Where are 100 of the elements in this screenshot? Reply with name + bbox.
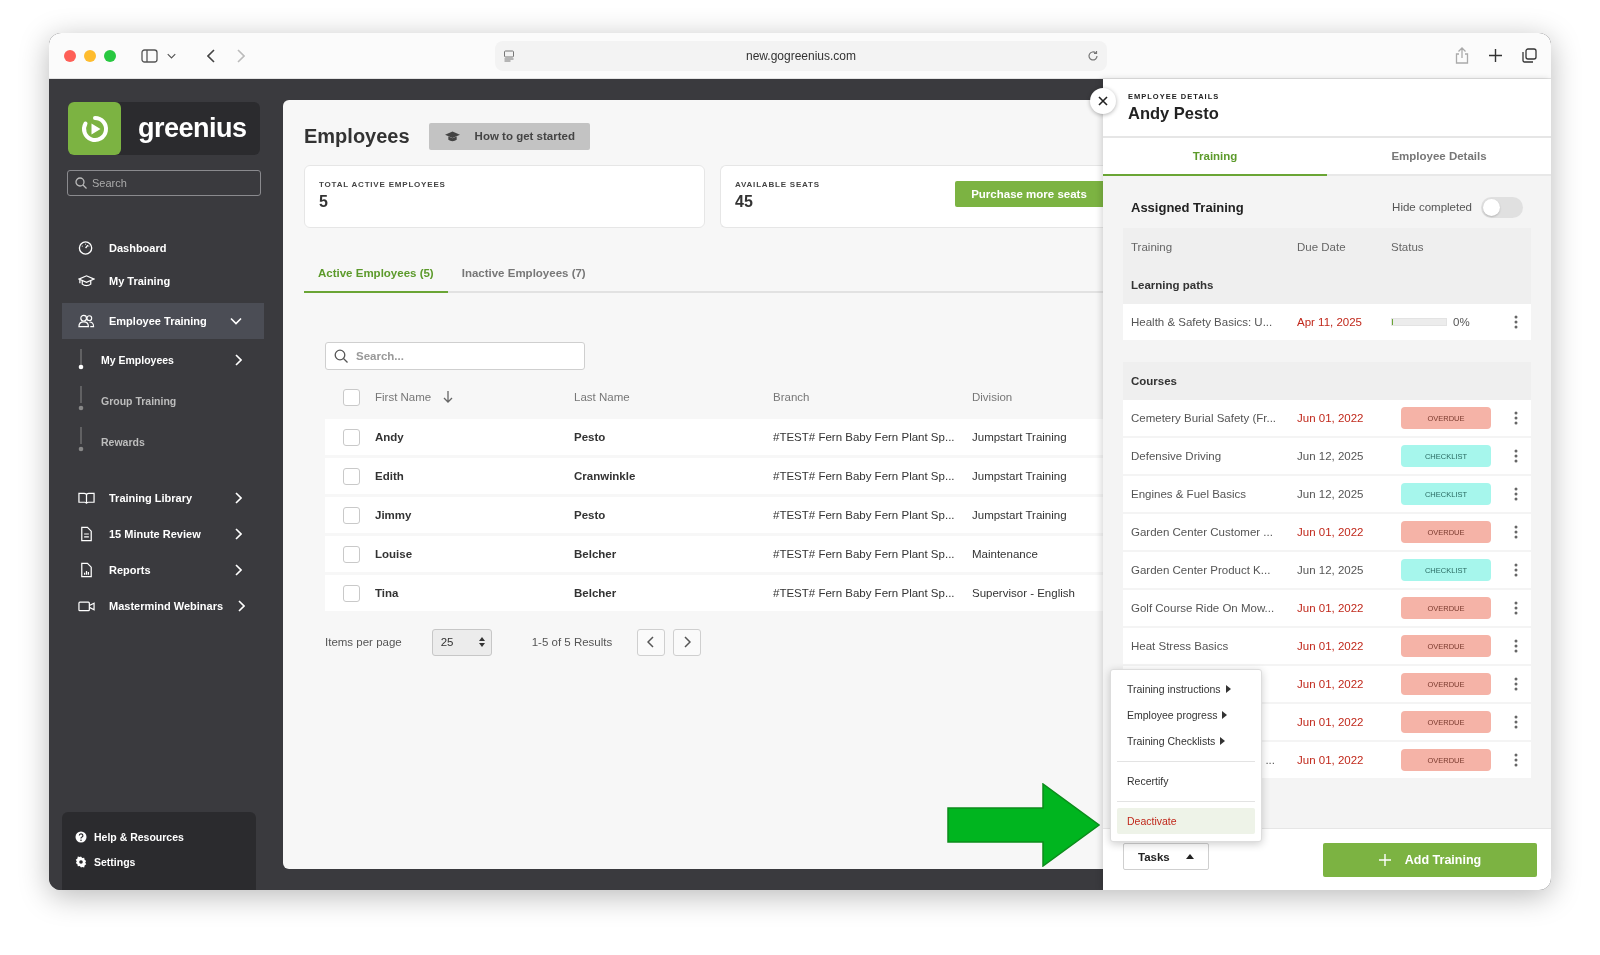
training-name: Defensive Driving — [1131, 450, 1222, 462]
training-name: Golf Course Ride On Mow... — [1131, 602, 1275, 614]
checkbox[interactable] — [343, 584, 360, 602]
more-options-icon[interactable] — [1514, 449, 1518, 463]
search-icon — [75, 177, 87, 189]
toggle-switch[interactable] — [1481, 196, 1523, 218]
nav-item[interactable]: Reports — [62, 552, 264, 588]
nav-item[interactable]: Employee Training — [62, 303, 264, 339]
training-name: Garden Center Customer ... — [1131, 526, 1273, 538]
menu-item[interactable]: Deactivate — [1117, 808, 1255, 834]
window-control[interactable] — [64, 49, 76, 62]
due-date: Jun 12, 2025 — [1297, 450, 1364, 462]
more-options-icon[interactable] — [1514, 563, 1518, 577]
back-icon[interactable] — [207, 48, 215, 63]
checkbox[interactable] — [343, 388, 360, 406]
stat-label: AVAILABLE SEATS — [735, 180, 820, 189]
checkbox[interactable] — [343, 428, 360, 446]
chevron-right-icon — [683, 636, 692, 648]
checkbox[interactable] — [343, 506, 360, 524]
table-row[interactable]: Jimmy Pesto #TEST# Fern Baby Fern Plant Sp... Jumpstart Training — [325, 497, 1103, 533]
tabs-overview-icon[interactable] — [1522, 48, 1537, 63]
reader-icon — [503, 49, 515, 62]
column-header[interactable]: Last Name — [574, 391, 630, 403]
tab[interactable]: Employee Details — [1327, 138, 1551, 176]
play-circle-icon — [79, 113, 110, 144]
page-title: Employees — [304, 124, 410, 148]
employee-name: Andy Pesto — [1128, 104, 1220, 123]
chevron-down-icon[interactable] — [167, 51, 176, 60]
nav-subitem[interactable]: Rewards — [62, 421, 264, 462]
menu-item[interactable]: Employee progress — [1117, 702, 1255, 728]
nav-item[interactable]: My Training — [62, 264, 264, 297]
more-options-icon[interactable] — [1514, 411, 1518, 425]
more-options-icon[interactable] — [1514, 753, 1518, 767]
column-header[interactable]: Branch — [773, 391, 810, 403]
search-field[interactable]: Search — [67, 170, 261, 196]
table-cell: Belcher — [574, 587, 617, 599]
results-summary: 1-5 of 5 Results — [531, 636, 613, 648]
progress-bar — [1391, 318, 1447, 326]
checkbox[interactable] — [343, 467, 360, 485]
due-date: Jun 12, 2025 — [1297, 488, 1364, 500]
more-options-icon[interactable] — [1514, 315, 1518, 329]
chevron-right-icon — [234, 564, 242, 576]
table-cell: Edith — [375, 470, 404, 482]
table-cell: Andy — [375, 431, 404, 443]
chevron-down-icon — [230, 317, 242, 325]
group-title: Learning paths — [1131, 279, 1214, 291]
more-options-icon[interactable] — [1514, 487, 1518, 501]
due-date: Jun 01, 2022 — [1297, 602, 1364, 614]
nav-subitem[interactable]: My Employees — [62, 339, 264, 380]
more-options-icon[interactable] — [1514, 639, 1518, 653]
menu-item[interactable]: Recertify — [1117, 768, 1255, 794]
nav-item[interactable]: Mastermind Webinars — [62, 588, 264, 624]
chevron-left-icon — [647, 636, 656, 648]
page-size-select[interactable]: 25 — [431, 628, 492, 656]
help-button[interactable]: How to get started — [428, 122, 590, 150]
nav-item[interactable]: Dashboard — [62, 231, 264, 264]
toggle-label: Hide completed — [1392, 201, 1472, 213]
footer-link[interactable]: Settings — [75, 856, 256, 868]
new-tab-icon[interactable] — [1489, 49, 1502, 62]
document-icon — [78, 526, 95, 542]
checkbox[interactable] — [343, 545, 360, 563]
more-options-icon[interactable] — [1514, 715, 1518, 729]
stat-label: TOTAL ACTIVE EMPLOYEES — [319, 180, 446, 189]
reload-icon[interactable] — [1087, 49, 1099, 62]
table-row[interactable]: Edith Cranwinkle #TEST# Fern Baby Fern Plant Sp... Jumpstart Training — [325, 458, 1103, 494]
column-header[interactable]: First Name — [375, 391, 432, 403]
stat-value: 45 — [735, 193, 754, 211]
stepper-arrows-icon — [478, 637, 485, 647]
table-row[interactable]: Tina Belcher #TEST# Fern Baby Fern Plant Sp... Supervisor - English — [325, 575, 1103, 611]
logo[interactable]: greenius — [68, 102, 260, 155]
sort-down-icon[interactable] — [443, 391, 454, 403]
nav-item[interactable]: 15 Minute Review — [62, 516, 264, 552]
help-icon — [75, 831, 87, 843]
more-options-icon[interactable] — [1514, 601, 1518, 615]
table-row[interactable]: Louise Belcher #TEST# Fern Baby Fern Plant Sp... Maintenance — [325, 536, 1103, 572]
search-field[interactable]: Search... — [325, 342, 585, 370]
more-options-icon[interactable] — [1514, 677, 1518, 691]
more-options-icon[interactable] — [1514, 525, 1518, 539]
tasks-button[interactable]: Tasks — [1123, 843, 1209, 870]
table-cell: #TEST# Fern Baby Fern Plant Sp... — [773, 470, 955, 482]
footer-link[interactable]: Help & Resources — [75, 831, 256, 843]
nav-subitem[interactable]: Group Training — [62, 380, 264, 421]
close-icon — [1098, 96, 1108, 106]
due-date: Jun 01, 2022 — [1297, 754, 1364, 766]
nav-item[interactable]: Training Library — [62, 480, 264, 516]
tab[interactable]: Inactive Employees (7) — [447, 255, 600, 293]
caret-up-icon — [1185, 854, 1194, 859]
close-button[interactable] — [1090, 88, 1116, 114]
table-cell: Jumpstart Training — [972, 431, 1067, 443]
due-date: Jun 01, 2022 — [1297, 412, 1364, 424]
menu-item[interactable]: Training Checklists — [1117, 728, 1255, 754]
sidebar-toggle-icon[interactable] — [141, 48, 158, 63]
table-row[interactable]: Andy Pesto #TEST# Fern Baby Fern Plant Sp... Jumpstart Training — [325, 419, 1103, 455]
due-date: Jun 01, 2022 — [1297, 716, 1364, 728]
table-cell: #TEST# Fern Baby Fern Plant Sp... — [773, 509, 955, 521]
stat-value: 5 — [319, 193, 329, 211]
column-header[interactable]: Division — [972, 391, 1013, 403]
address-bar[interactable]: new.gogreenius.com — [495, 40, 1107, 71]
table-cell: Cranwinkle — [574, 470, 636, 482]
menu-item[interactable]: Training instructions — [1117, 676, 1255, 702]
